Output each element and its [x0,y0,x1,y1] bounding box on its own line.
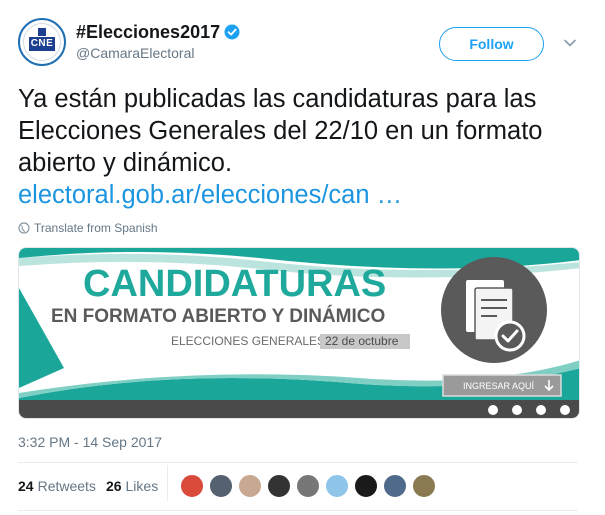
translate-label: Translate from Spanish [34,221,158,235]
ingresar-label: INGRESAR AQUÍ [463,381,535,391]
chevron-down-icon[interactable] [563,36,577,50]
tweet-text: Ya están publicadas las candidaturas par… [18,83,578,211]
liker-avatar-4[interactable] [267,474,291,498]
retweets-count: 24 [18,478,34,494]
media-card[interactable]: CANDIDATURAS EN FORMATO ABIERTO Y DINÁMI… [18,247,580,419]
liker-avatar-7[interactable] [354,474,378,498]
tweet-link[interactable]: electoral.gob.ar/elecciones/can … [18,181,402,209]
liker-avatar-8[interactable] [383,474,407,498]
building-icon [38,28,46,36]
display-name[interactable]: #Elecciones2017 [76,22,220,43]
likes-count: 26 [105,478,122,494]
translate-button[interactable]: Translate from Spanish [18,221,158,235]
globe-icon [18,222,30,234]
card-subtitle: EN FORMATO ABIERTO Y DINÁMICO [51,305,385,327]
name-row: #Elecciones2017 [76,21,240,43]
likes-label: Likes [125,478,159,494]
card-elections: ELECCIONES GENERALES [171,334,325,348]
divider-top [18,462,578,463]
verified-badge-icon [224,24,240,40]
likes-stat[interactable]: 26 Likes [106,478,158,494]
account-handle[interactable]: @CamaraElectoral [76,45,194,61]
liker-avatar-1[interactable] [180,474,204,498]
divider-bottom [18,510,578,511]
liker-avatar-9[interactable] [412,474,436,498]
likers-list [180,474,441,498]
liker-avatar-2[interactable] [209,474,233,498]
tweet-header: CNE #Elecciones2017 @CamaraElectoral Fol… [18,18,588,70]
stats-separator [167,465,168,501]
tweet-stats: 24 Retweets 26 Likes [18,478,168,494]
avatar-logo-text: CNE [29,37,55,51]
follow-button[interactable]: Follow [439,27,544,61]
liker-avatar-3[interactable] [238,474,262,498]
card-title: CANDIDATURAS [83,263,386,305]
retweets-label: Retweets [37,478,96,494]
liker-avatar-6[interactable] [325,474,349,498]
tweet-timestamp[interactable]: 3:32 PM - 14 Sep 2017 [18,434,162,450]
card-date: 22 de octubre [325,334,399,348]
card-graphic: CANDIDATURAS EN FORMATO ABIERTO Y DINÁMI… [19,248,579,418]
account-avatar[interactable]: CNE [18,18,66,66]
tweet-body: Ya están publicadas las candidaturas par… [18,85,543,177]
retweets-stat[interactable]: 24 Retweets [18,478,96,494]
liker-avatar-5[interactable] [296,474,320,498]
